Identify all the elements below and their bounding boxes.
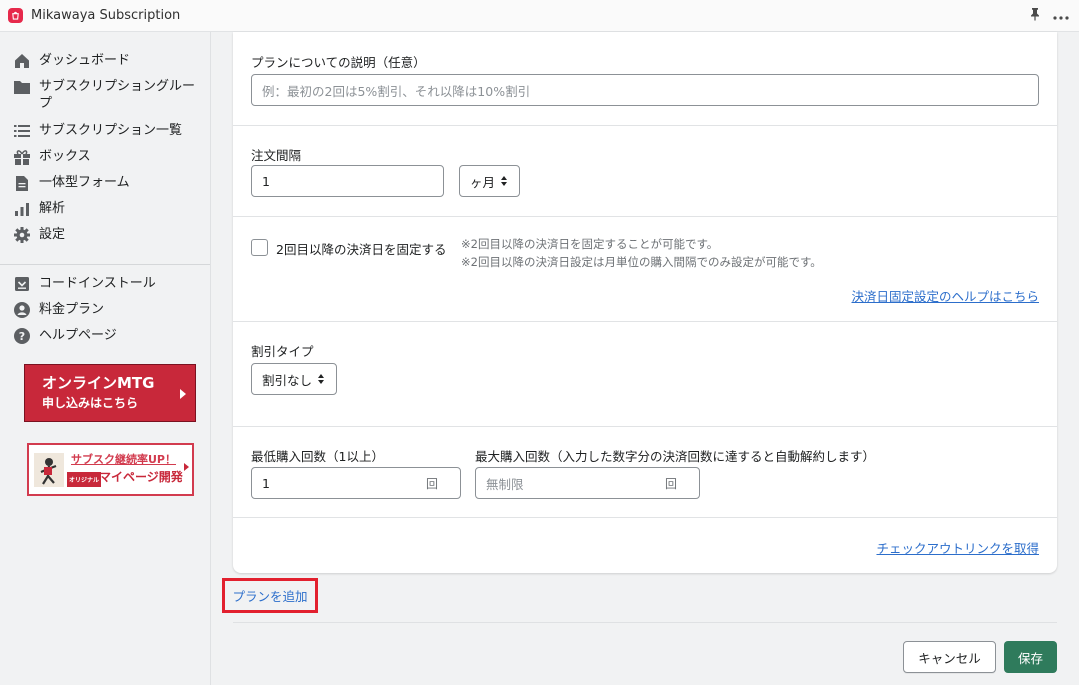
sidebar-divider <box>0 264 210 265</box>
online-mtg-banner-title: オンラインMTG <box>42 374 155 392</box>
max-purchase-label: 最大購入回数（入力した数字分の決済回数に達すると自動解約します） <box>475 449 876 464</box>
top-bar: Mikawaya Subscription <box>0 0 1079 32</box>
interval-section: 注文間隔 1 ヶ月 <box>233 125 1057 217</box>
sidebar-item-pricing-plan[interactable]: 料金プラン <box>0 300 211 326</box>
min-purchase-suffix: 回 <box>425 476 438 491</box>
mypage-dev-banner[interactable]: サブスク継続率UP！ オリジナル マイページ開発 <box>27 443 194 496</box>
save-button[interactable]: 保存 <box>1004 641 1057 673</box>
pin-icon[interactable] <box>1029 7 1041 25</box>
min-purchase-input[interactable]: 1 回 <box>251 467 461 499</box>
help-icon: ? <box>12 326 32 346</box>
app-logo-icon <box>8 8 23 23</box>
folder-icon <box>12 77 32 97</box>
more-options-icon[interactable] <box>1053 9 1069 24</box>
svg-text:?: ? <box>19 330 25 343</box>
add-plan-highlight: プランを追加 <box>222 578 318 613</box>
mypage-dev-banner-title: サブスク継続率UP！ <box>71 453 176 466</box>
min-purchase-value: 1 <box>262 475 270 491</box>
sidebar-item-help-page[interactable]: ? ヘルプページ <box>0 326 211 352</box>
description-input[interactable]: 例：最初の2回は5%割引、それ以降は10%割引 <box>251 74 1039 106</box>
discount-type-label: 割引タイプ <box>251 344 314 359</box>
user-icon <box>12 300 32 320</box>
max-purchase-input[interactable]: 無制限 回 <box>475 467 700 499</box>
interval-unit-value: ヶ月 <box>470 174 496 190</box>
interval-input[interactable]: 1 <box>251 165 444 197</box>
sidebar-item-code-install[interactable]: コードインストール <box>0 274 211 300</box>
discount-section: 割引タイプ 割引なし <box>233 321 1057 427</box>
min-purchase-label: 最低購入回数（1以上） <box>251 449 384 464</box>
online-mtg-banner[interactable]: オンラインMTG 申し込みはこちら <box>24 364 196 422</box>
fixed-date-note-2: ※2回目以降の決済日設定は月単位の購入間隔でのみ設定が可能です。 <box>461 255 822 269</box>
interval-unit-select[interactable]: ヶ月 <box>459 165 520 197</box>
fixed-date-checkbox[interactable] <box>251 239 268 256</box>
fixed-date-help-link[interactable]: 決済日固定設定のヘルプはこちら <box>851 286 1039 305</box>
sidebar-item-subscription-list[interactable]: サブスクリプション一覧 <box>0 121 211 147</box>
code-install-icon <box>12 274 32 294</box>
interval-label: 注文間隔 <box>251 148 302 163</box>
sidebar-item-box[interactable]: ボックス <box>0 147 211 173</box>
bar-chart-icon <box>12 199 32 219</box>
arrow-right-icon <box>180 389 186 399</box>
checkout-link[interactable]: チェックアウトリンクを取得 <box>876 538 1039 557</box>
footer-divider <box>233 622 1057 623</box>
fixed-date-label: 2回目以降の決済日を固定する <box>276 242 447 257</box>
max-purchase-placeholder: 無制限 <box>486 476 524 492</box>
discount-type-value: 割引なし <box>262 372 313 388</box>
sidebar-item-settings[interactable]: 設定 <box>0 225 211 251</box>
home-icon <box>12 51 32 71</box>
original-tag: オリジナル <box>67 472 102 487</box>
gift-icon <box>12 147 32 167</box>
sidebar-item-integrated-form[interactable]: 一体型フォーム <box>0 173 211 199</box>
discount-type-select[interactable]: 割引なし <box>251 363 337 395</box>
sidebar-item-dashboard[interactable]: ダッシュボード <box>0 51 211 77</box>
arrow-right-icon <box>184 463 189 471</box>
add-plan-link[interactable]: プランを追加 <box>232 586 307 605</box>
fixed-date-note-1: ※2回目以降の決済日を固定することが可能です。 <box>461 237 719 251</box>
document-icon <box>12 173 32 193</box>
description-label: プランについての説明（任意） <box>251 55 426 70</box>
checkout-link-section: チェックアウトリンクを取得 <box>233 517 1057 573</box>
purchase-count-section: 最低購入回数（1以上） 1 回 最大購入回数（入力した数字分の決済回数に達すると… <box>233 426 1057 518</box>
sidebar-item-subscription-groups[interactable]: サブスクリプショングループ <box>0 77 211 121</box>
plan-form-card: プランについての説明（任意） 例：最初の2回は5%割引、それ以降は10%割引 注… <box>233 32 1057 573</box>
online-mtg-banner-subtitle: 申し込みはこちら <box>42 396 139 410</box>
mypage-dev-banner-subtitle: マイページ開発 <box>99 470 183 484</box>
list-icon <box>12 121 32 141</box>
person-illustration <box>34 453 64 487</box>
sidebar-item-analytics[interactable]: 解析 <box>0 199 211 225</box>
sidebar: ダッシュボード サブスクリプショングループ サブスクリプション一覧 ボックス 一… <box>0 32 211 685</box>
max-purchase-suffix: 回 <box>664 476 677 491</box>
app-title: Mikawaya Subscription <box>31 8 181 23</box>
fixed-date-section: 2回目以降の決済日を固定する ※2回目以降の決済日を固定することが可能です。 ※… <box>233 216 1057 322</box>
select-caret-icon <box>318 374 325 384</box>
select-caret-icon <box>501 176 508 186</box>
cancel-button[interactable]: キャンセル <box>903 641 996 673</box>
gear-icon <box>12 225 32 245</box>
